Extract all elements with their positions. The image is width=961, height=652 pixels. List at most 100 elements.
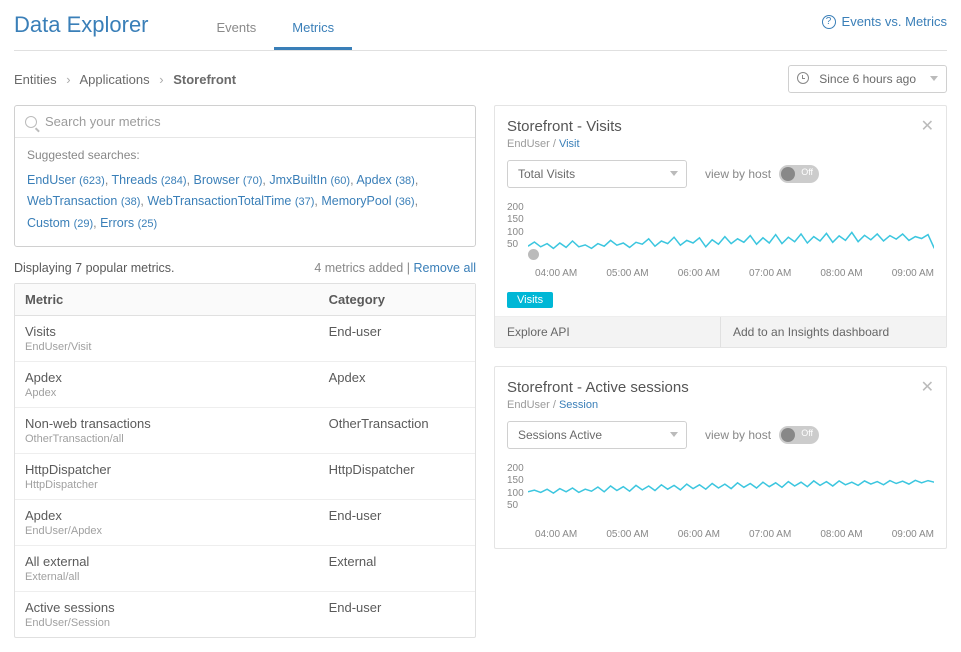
search-panel: Suggested searches: EndUser (623), Threa… [14, 105, 476, 247]
suggested-tag[interactable]: Browser [194, 173, 240, 187]
x-tick: 08:00 AM [820, 529, 862, 540]
viewby-label: view by host [705, 167, 771, 181]
suggested-tag[interactable]: WebTransactionTotalTime [147, 194, 291, 208]
suggested-tag[interactable]: Custom [27, 216, 70, 230]
metric-path: EndUser/Visit [25, 341, 309, 353]
table-row[interactable]: Active sessions EndUser/Session End-user [15, 592, 475, 637]
tab-metrics[interactable]: Metrics [274, 10, 352, 49]
timepicker[interactable]: Since 6 hours ago [788, 65, 947, 93]
metric-name: Active sessions [25, 600, 309, 615]
suggested-tag[interactable]: EndUser [27, 173, 76, 187]
explore-api-button[interactable]: Explore API [495, 317, 721, 347]
metric-select[interactable]: Sessions Active [507, 421, 687, 449]
close-icon[interactable]: ✕ [921, 116, 934, 136]
metric-path: Apdex [25, 387, 309, 399]
suggested-tag[interactable]: JmxBuiltIn [269, 173, 327, 187]
search-icon [25, 116, 37, 128]
tag-count: (36) [395, 196, 415, 208]
clock-icon [797, 72, 809, 84]
legend-pill[interactable]: Visits [507, 292, 553, 308]
y-tick: 150 [507, 214, 524, 225]
chart-plot [528, 202, 934, 250]
chart-title: Storefront - Active sessions [507, 379, 689, 396]
metric-category: OtherTransaction [319, 408, 475, 453]
x-tick: 08:00 AM [820, 268, 862, 279]
chart-card: Storefront - Visits✕EndUser / VisitTotal… [494, 105, 947, 348]
metric-path: OtherTransaction/all [25, 433, 309, 445]
table-row[interactable]: VisitsEndUser/VisitEnd-user [15, 316, 475, 362]
crumb-current: Storefront [173, 72, 236, 87]
metric-select[interactable]: Total Visits [507, 160, 687, 188]
metric-name: Non-web transactions [25, 416, 309, 431]
tag-count: (623) [79, 175, 105, 187]
viewby-label: view by host [705, 428, 771, 442]
metric-name: All external [25, 554, 309, 569]
tag-count: (38) [395, 175, 415, 187]
chart-card: Storefront - Active sessions ✕ EndUser / S… [494, 366, 947, 549]
x-tick: 05:00 AM [606, 529, 648, 540]
x-tick: 04:00 AM [535, 268, 577, 279]
metric-category: HttpDispatcher [319, 454, 475, 499]
x-tick: 06:00 AM [678, 529, 720, 540]
help-link[interactable]: ? Events vs. Metrics [822, 14, 947, 29]
close-icon[interactable]: ✕ [921, 377, 934, 397]
viewby-toggle[interactable]: Off [779, 165, 819, 183]
chart-sub-link[interactable]: Visit [559, 138, 580, 150]
x-tick: 06:00 AM [678, 268, 720, 279]
table-row[interactable]: HttpDispatcherHttpDispatcherHttpDispatch… [15, 454, 475, 500]
suggested-label: Suggested searches: [27, 148, 463, 162]
scrubber-handle[interactable] [528, 249, 539, 260]
chevron-down-icon [930, 76, 938, 81]
metric-name: Apdex [25, 508, 309, 523]
tabs: Events Metrics [199, 10, 353, 49]
tag-count: (37) [295, 196, 315, 208]
search-input[interactable] [45, 114, 465, 129]
chart-title: Storefront - Visits [507, 118, 622, 135]
chevron-right-icon: › [66, 72, 70, 87]
suggested-tag[interactable]: WebTransaction [27, 194, 117, 208]
table-row[interactable]: Non-web transactions OtherTransaction/all… [15, 408, 475, 454]
add-dashboard-button[interactable]: Add to an Insights dashboard [721, 317, 946, 347]
suggested-tag[interactable]: MemoryPool [321, 194, 391, 208]
y-tick: 150 [507, 475, 524, 486]
help-icon: ? [822, 15, 836, 29]
page-title: Data Explorer [14, 8, 149, 50]
chevron-down-icon [670, 432, 678, 437]
y-tick: 200 [507, 202, 524, 213]
metric-name: HttpDispatcher [25, 462, 309, 477]
col-metric: Metric [15, 284, 319, 315]
metric-category: End-user [319, 316, 475, 361]
crumb-applications[interactable]: Applications [80, 72, 150, 87]
tag-count: (70) [243, 175, 263, 187]
metric-path: External/all [25, 571, 309, 583]
y-tick: 50 [507, 239, 524, 250]
metric-category: External [319, 546, 475, 591]
metric-category: Apdex [319, 362, 475, 407]
metric-path: EndUser/Session [25, 617, 309, 629]
table-row[interactable]: All external External/all External [15, 546, 475, 592]
chevron-down-icon [670, 171, 678, 176]
table-row[interactable]: ApdexApdexApdex [15, 362, 475, 408]
suggested-tag[interactable]: Threads [112, 173, 158, 187]
y-tick: 100 [507, 488, 524, 499]
suggested-tag[interactable]: Errors [100, 216, 134, 230]
breadcrumb: Entities › Applications › Storefront [14, 72, 236, 87]
table-row[interactable]: ApdexEndUser/ApdexEnd-user [15, 500, 475, 546]
tag-count: (29) [74, 218, 94, 230]
y-tick: 100 [507, 227, 524, 238]
chart-sub-dim: EndUser / [507, 399, 559, 411]
y-tick: 50 [507, 500, 524, 511]
chart-sub-link[interactable]: Session [559, 399, 598, 411]
remove-all-link[interactable]: Remove all [413, 261, 476, 275]
x-tick: 05:00 AM [606, 268, 648, 279]
tag-count: (38) [121, 196, 141, 208]
x-tick: 04:00 AM [535, 529, 577, 540]
suggested-tags: EndUser (623), Threads (284), Browser (7… [27, 170, 463, 234]
metric-path: EndUser/Apdex [25, 525, 309, 537]
tag-count: (60) [331, 175, 351, 187]
viewby-toggle[interactable]: Off [779, 426, 819, 444]
suggested-tag[interactable]: Apdex [356, 173, 391, 187]
crumb-entities[interactable]: Entities [14, 72, 57, 87]
tab-events[interactable]: Events [199, 10, 275, 49]
metric-category: End-user [319, 592, 475, 637]
